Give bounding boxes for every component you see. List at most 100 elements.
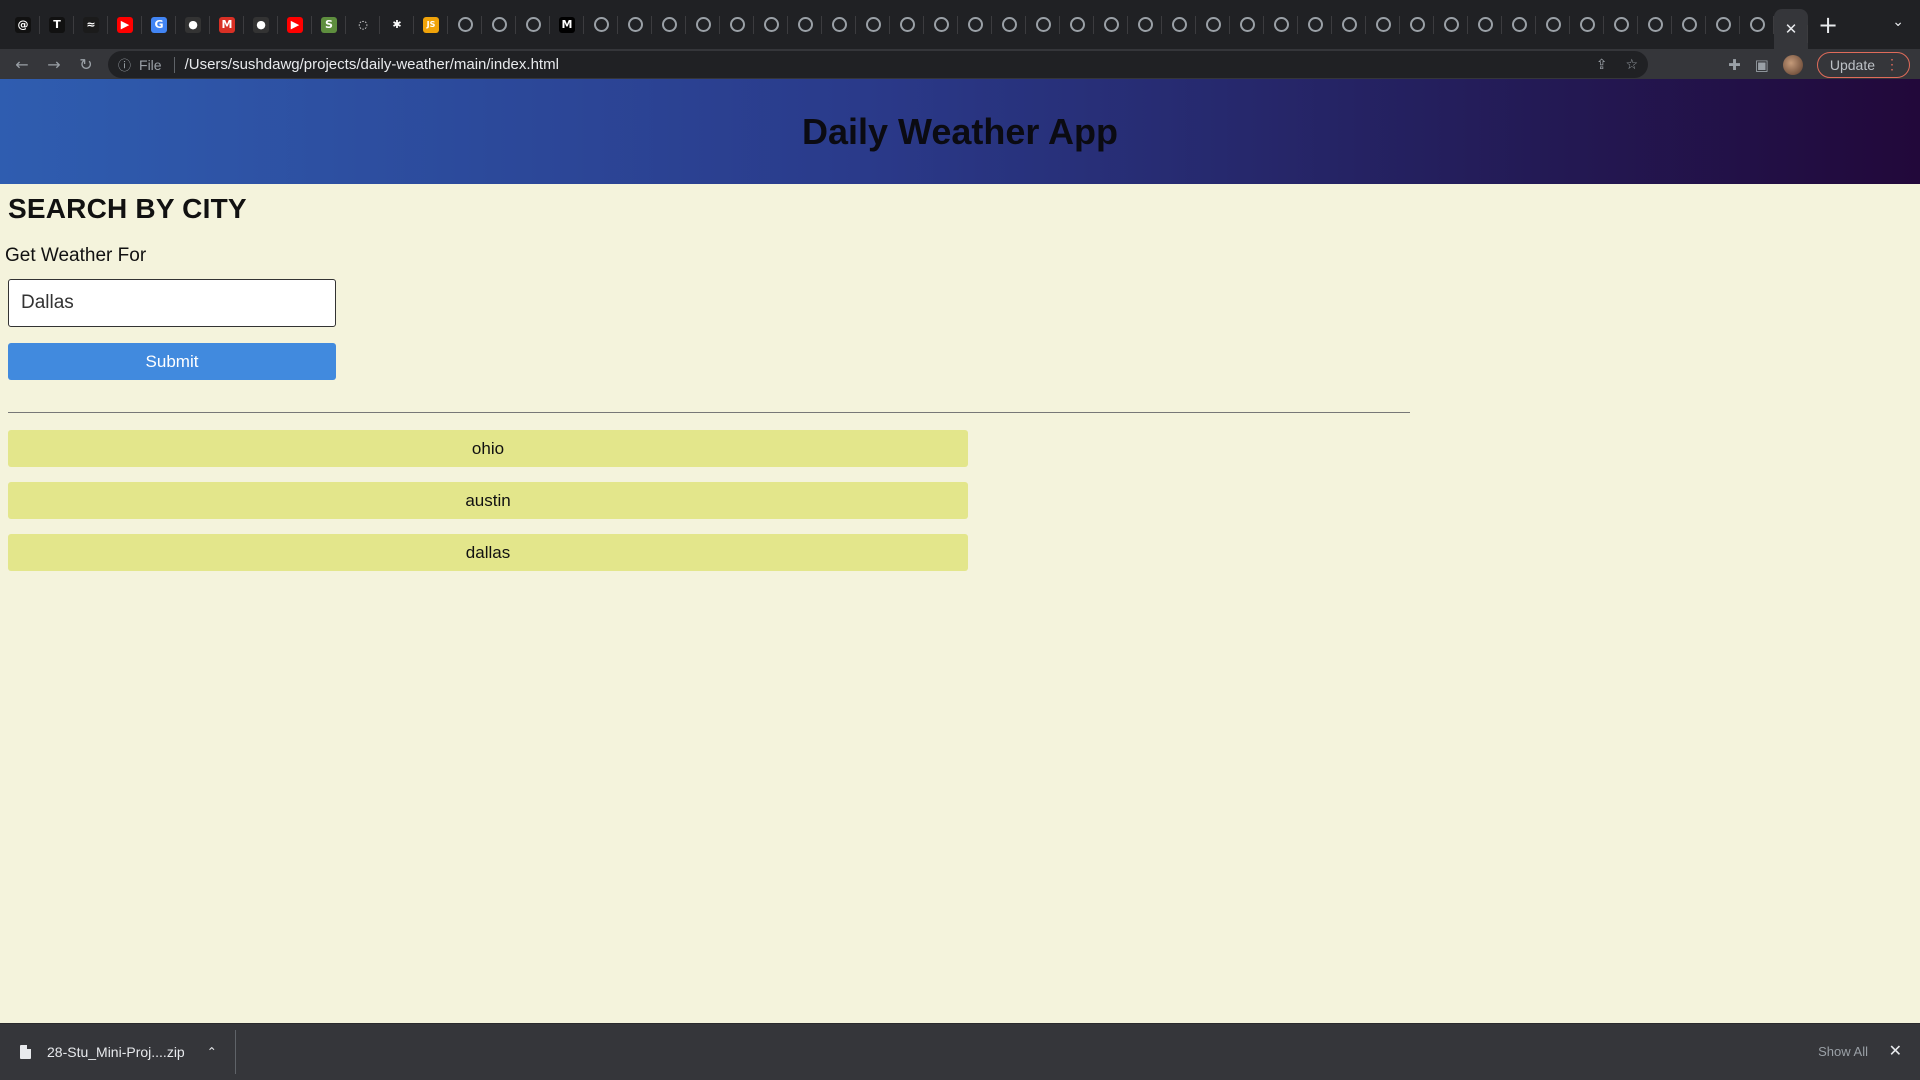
browser-tab[interactable] — [1468, 0, 1502, 49]
browser-tab[interactable] — [754, 0, 788, 49]
browser-tab[interactable] — [1128, 0, 1162, 49]
globe-icon — [831, 17, 847, 32]
gmail-icon: M — [219, 16, 235, 33]
city-search-input[interactable] — [8, 279, 336, 327]
globe-icon — [593, 17, 609, 32]
share-icon[interactable]: ⇪ — [1596, 57, 1608, 73]
browser-tab[interactable] — [1604, 0, 1638, 49]
browser-tab[interactable] — [822, 0, 856, 49]
download-item[interactable]: 28-Stu_Mini-Proj....zip ⌃ — [0, 1024, 217, 1080]
browser-tab[interactable] — [1230, 0, 1264, 49]
side-panel-icon[interactable]: ▣ — [1755, 56, 1769, 74]
submit-button[interactable]: Submit — [8, 343, 336, 380]
browser-tab[interactable] — [448, 0, 482, 49]
app-header: Daily Weather App — [0, 79, 1920, 184]
active-tab[interactable]: ✕ — [1774, 9, 1808, 49]
browser-tab[interactable] — [1536, 0, 1570, 49]
download-file-name[interactable]: 28-Stu_Mini-Proj....zip — [47, 1044, 185, 1060]
browser-tab[interactable]: M — [550, 0, 584, 49]
bookmark-star-icon[interactable]: ☆ — [1625, 57, 1638, 73]
browser-tab[interactable] — [856, 0, 890, 49]
browser-tab[interactable] — [1162, 0, 1196, 49]
extensions-puzzle-icon[interactable]: ✚ — [1728, 56, 1741, 74]
address-bar[interactable]: ⓘ File /Users/sushdawg/projects/daily-we… — [108, 51, 1648, 78]
back-arrow-icon[interactable]: ← — [6, 49, 38, 80]
browser-tab[interactable] — [788, 0, 822, 49]
app-title: Daily Weather App — [801, 110, 1119, 152]
browser-tab[interactable]: ● — [176, 0, 210, 49]
update-button[interactable]: Update ⋮ — [1816, 51, 1910, 78]
browser-tab[interactable] — [1706, 0, 1740, 49]
browser-tab[interactable] — [1672, 0, 1706, 49]
more-menu-icon[interactable]: ⋮ — [1885, 56, 1899, 73]
browser-tab[interactable]: @ — [6, 0, 40, 49]
dna-icon: ≈ — [83, 16, 99, 33]
browser-tab[interactable] — [1570, 0, 1604, 49]
browser-tab[interactable]: S — [312, 0, 346, 49]
browser-tab[interactable] — [1026, 0, 1060, 49]
browser-tab[interactable] — [1638, 0, 1672, 49]
browser-tab[interactable] — [1264, 0, 1298, 49]
browser-tab[interactable] — [516, 0, 550, 49]
browser-tab[interactable] — [992, 0, 1026, 49]
globe-icon — [1409, 17, 1425, 32]
browser-tab[interactable] — [890, 0, 924, 49]
globe-icon — [1273, 17, 1289, 32]
ring-icon: ◌ — [355, 16, 371, 33]
browser-tab[interactable] — [1060, 0, 1094, 49]
browser-tab[interactable]: ≈ — [74, 0, 108, 49]
chevron-up-icon[interactable]: ⌃ — [207, 1045, 217, 1059]
address-separator — [173, 56, 175, 73]
history-city-button[interactable]: dallas — [8, 534, 968, 571]
browser-tab[interactable] — [1196, 0, 1230, 49]
close-tab-icon[interactable]: ✕ — [1785, 20, 1798, 38]
globe-icon — [1681, 17, 1697, 32]
globe-icon — [627, 17, 643, 32]
browser-tab[interactable]: M — [210, 0, 244, 49]
browser-tab[interactable]: T — [40, 0, 74, 49]
browser-tab[interactable] — [686, 0, 720, 49]
browser-tab[interactable] — [1366, 0, 1400, 49]
profile-avatar[interactable] — [1782, 54, 1803, 75]
browser-tab[interactable] — [584, 0, 618, 49]
show-all-button[interactable]: Show All — [1818, 1044, 1868, 1059]
history-city-button[interactable]: austin — [8, 482, 968, 519]
browser-tab[interactable] — [652, 0, 686, 49]
browser-tab[interactable] — [1332, 0, 1366, 49]
browser-tab[interactable] — [1434, 0, 1468, 49]
browser-tab[interactable]: JS — [414, 0, 448, 49]
tab-search-chevron-icon[interactable]: ⌄ — [1892, 14, 1904, 30]
globe-icon — [1035, 17, 1051, 32]
browser-tab[interactable] — [1400, 0, 1434, 49]
browser-tab[interactable]: ▶ — [108, 0, 142, 49]
history-city-button[interactable]: ohio — [8, 430, 968, 467]
info-icon[interactable]: ⓘ — [118, 55, 131, 74]
browser-tab[interactable] — [1740, 0, 1774, 49]
browser-tab[interactable]: ✱ — [380, 0, 414, 49]
browser-tab[interactable]: ● — [244, 0, 278, 49]
browser-tab[interactable] — [1502, 0, 1536, 49]
browser-tab[interactable] — [958, 0, 992, 49]
m-icon: M — [559, 16, 575, 33]
reload-icon[interactable]: ↻ — [70, 49, 102, 80]
globe-icon — [457, 17, 473, 32]
browser-tab[interactable] — [720, 0, 754, 49]
globe-icon — [1341, 17, 1357, 32]
globe-icon — [1647, 17, 1663, 32]
tab-list: @ T ≈ ▶ G ● M ● ▶ S ◌ ✱ JS M — [0, 0, 1774, 49]
close-download-bar-icon[interactable]: ✕ — [1889, 1041, 1902, 1060]
browser-tab[interactable] — [1094, 0, 1128, 49]
browser-tab[interactable] — [618, 0, 652, 49]
globe-icon — [933, 17, 949, 32]
browser-tab[interactable]: G — [142, 0, 176, 49]
browser-tab[interactable]: ▶ — [278, 0, 312, 49]
browser-tab[interactable]: ◌ — [346, 0, 380, 49]
browser-tab[interactable] — [482, 0, 516, 49]
url-text[interactable]: /Users/sushdawg/projects/daily-weather/m… — [185, 56, 559, 73]
new-tab-button[interactable]: + — [1808, 0, 1848, 49]
browser-tab[interactable] — [1298, 0, 1332, 49]
file-icon — [20, 1045, 31, 1059]
forward-arrow-icon[interactable]: → — [38, 49, 70, 80]
youtube-icon: ▶ — [117, 16, 133, 33]
browser-tab[interactable] — [924, 0, 958, 49]
